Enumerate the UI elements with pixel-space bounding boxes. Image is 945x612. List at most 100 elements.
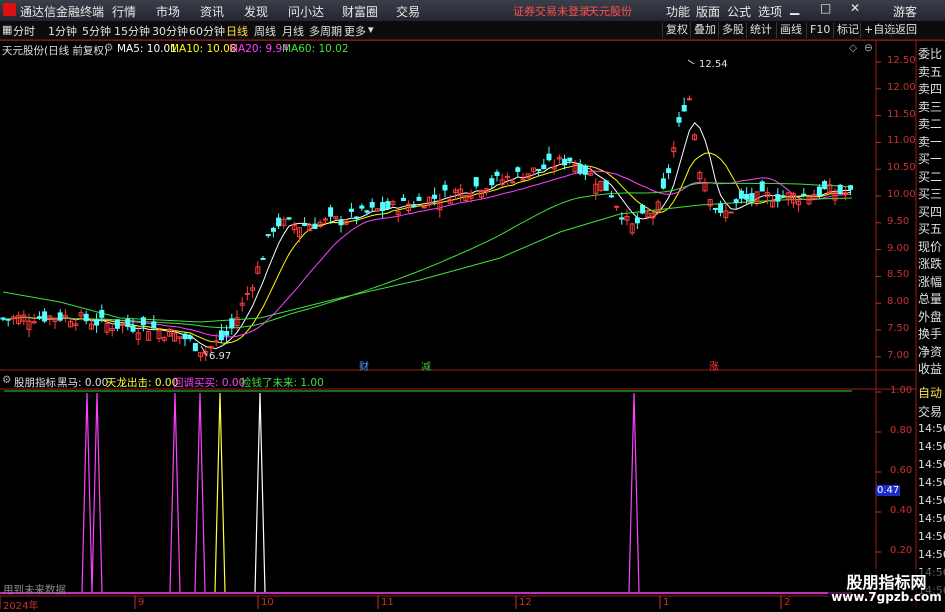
ma60-line: [2, 182, 851, 329]
candle-body: [562, 158, 568, 166]
candle-body: [619, 217, 625, 220]
candle-body: [187, 335, 193, 340]
sidebar-field: 涨幅: [918, 274, 943, 289]
candle-body: [582, 165, 588, 175]
settings-gear-icon[interactable]: ⚙: [104, 42, 113, 54]
candle-body: [749, 193, 755, 202]
candle-body: [286, 217, 292, 220]
candle-body: [265, 234, 271, 237]
candle-body: [385, 201, 391, 210]
candle-body: [489, 178, 495, 186]
indicator-series: [0, 392, 852, 594]
event-marker-finance[interactable]: 财: [359, 358, 369, 373]
ma10-line: [2, 152, 851, 344]
candle-body: [603, 180, 609, 191]
candle-body: [681, 105, 687, 112]
event-marker-reduce[interactable]: 减: [421, 358, 431, 373]
candle-body: [380, 202, 386, 212]
kline-chart[interactable]: [0, 0, 945, 609]
tick-time: 14:56: [918, 494, 945, 507]
candle-body: [229, 318, 235, 329]
sidebar-auto[interactable]: 自动: [918, 384, 945, 401]
candle-body: [848, 185, 854, 190]
indicator-spike: [254, 392, 266, 593]
indicator-tianlong: 天龙出击: 0.00: [106, 377, 179, 389]
candle-body: [114, 319, 120, 329]
indicator-tick-label: 0.80: [890, 425, 913, 436]
ma60-trend-line: [2, 197, 853, 323]
candle-body: [494, 171, 500, 176]
indicator-tick-label: 0.60: [890, 465, 913, 476]
candle-body: [510, 181, 516, 184]
ma20-line: [2, 170, 851, 338]
sidebar-field: 买一: [918, 152, 943, 166]
candle-body: [816, 186, 822, 196]
candle-body: [42, 311, 48, 322]
date-tick-label: 2024年: [3, 601, 39, 612]
candle-body: [546, 153, 552, 161]
indicator-gear-icon[interactable]: ⚙: [2, 374, 11, 386]
zoom-out-icon[interactable]: ⊖: [864, 42, 873, 54]
candle-body: [354, 216, 360, 220]
price-tick-label: 10.00: [887, 189, 916, 200]
candle-body: [718, 203, 724, 213]
indicator-name[interactable]: 股朋指标: [14, 375, 56, 390]
candle-body: [36, 316, 42, 319]
candle-body: [125, 318, 131, 327]
tick-time: 14:56: [918, 422, 945, 435]
sidebar-field: 收益: [918, 362, 943, 376]
price-tick-label: 11.00: [887, 135, 916, 147]
candle-body: [322, 218, 328, 221]
sidebar-field: 卖二: [918, 117, 943, 131]
sidebar-field: 卖五: [918, 64, 943, 79]
indicator-spike: [214, 392, 226, 593]
candle-body: [759, 181, 765, 192]
date-tick-label: 11: [381, 597, 394, 608]
price-tick-label: 12.00: [887, 81, 916, 93]
candle-body: [801, 193, 807, 196]
indicator-tick-label: 0.20: [890, 545, 913, 556]
moving-average-lines: [2, 122, 853, 349]
indicator-heima: 黑马: 0.00: [57, 377, 109, 389]
tick-time: 14:56: [918, 476, 945, 489]
candle-body: [369, 202, 375, 208]
sidebar-field: 净资: [918, 344, 943, 359]
tick-time: 14:56: [918, 440, 945, 453]
candle-body: [302, 223, 308, 226]
sidebar-field: 买二: [918, 169, 943, 184]
sidebar-field: 现价: [918, 239, 943, 254]
ma5-line: [2, 122, 851, 349]
indicator-tick-label: 0.40: [890, 505, 913, 516]
candle-body: [130, 325, 136, 332]
candle-body: [775, 194, 781, 202]
candle-body: [182, 333, 188, 340]
candle-body: [140, 317, 146, 326]
sidebar-field: 换手: [918, 327, 943, 341]
price-tick-label: 7.50: [887, 323, 910, 334]
event-marker-rise[interactable]: 涨: [709, 358, 719, 373]
candle-body: [260, 257, 266, 260]
candle-body: [348, 208, 354, 212]
candle-body: [733, 199, 739, 204]
candle-body: [99, 310, 105, 318]
price-tick-label: 7.00: [887, 349, 910, 361]
sidebar-field: 买四: [918, 204, 943, 219]
candle-body: [666, 168, 672, 174]
sidebar-trade[interactable]: 交易: [918, 403, 945, 420]
high-price-label: 12.54: [699, 59, 728, 70]
diamond-icon[interactable]: ◇: [849, 42, 857, 54]
candle-body: [359, 205, 365, 209]
price-tick-label: 10.50: [887, 162, 916, 174]
indicator-tick-label: 1.00: [890, 385, 913, 396]
candle-body: [0, 317, 6, 320]
candle-body: [5, 318, 11, 321]
candle-body: [660, 178, 666, 189]
candle-body: [400, 197, 406, 201]
candle-body: [276, 217, 282, 227]
ma60-label: MA60: 10.02: [282, 43, 349, 55]
date-tick-label: 2: [784, 597, 791, 608]
date-tick-label: 10: [261, 597, 274, 608]
sidebar-field: 卖三: [918, 99, 943, 114]
price-tick-label: 8.50: [887, 269, 910, 281]
candle-body: [608, 195, 614, 198]
